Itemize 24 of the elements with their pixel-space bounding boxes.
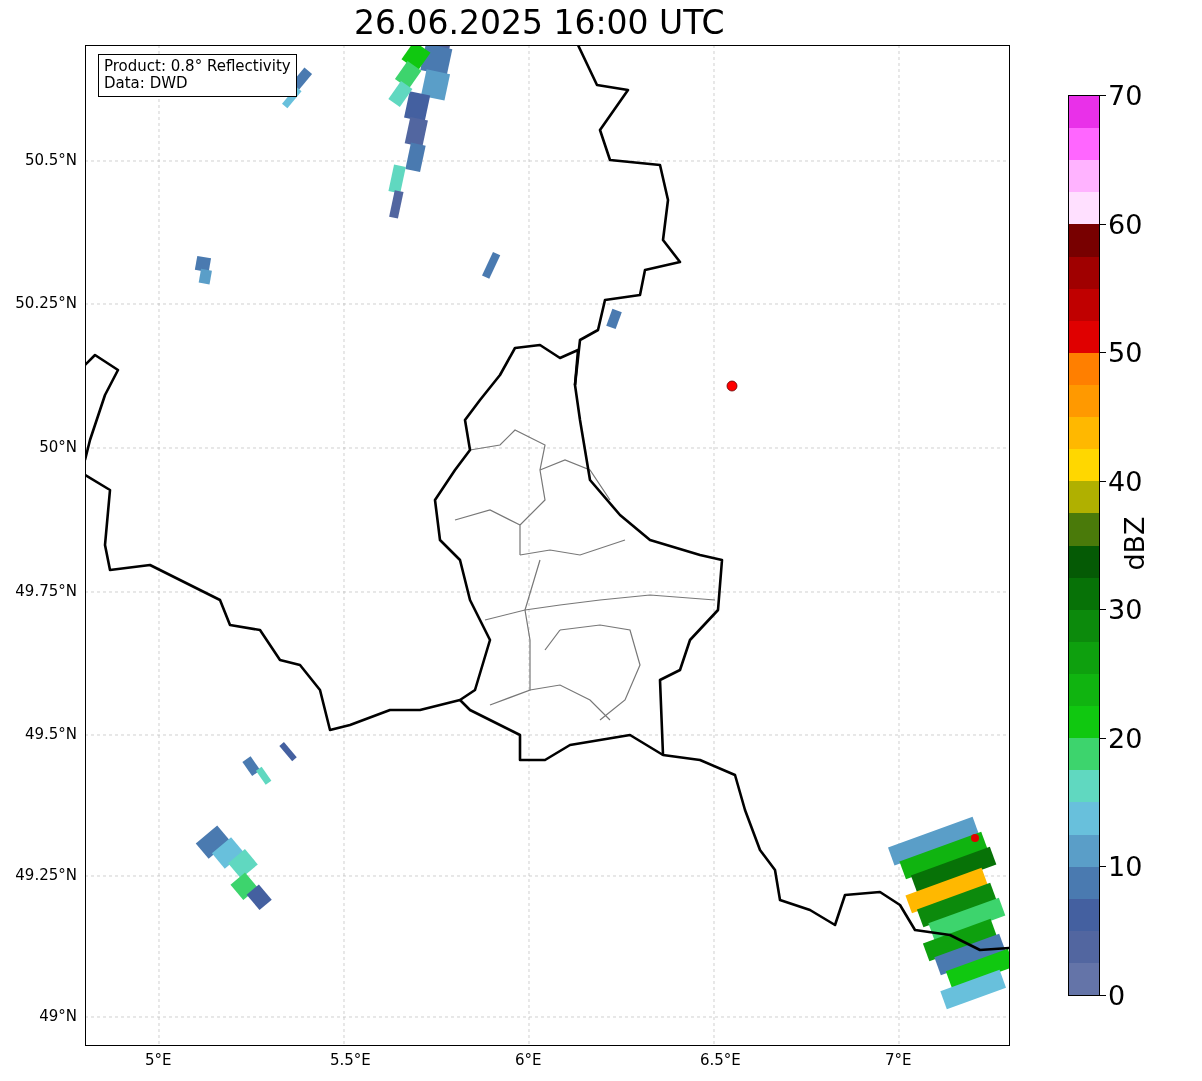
latitude-label: 49.75°N xyxy=(15,584,77,599)
longitude-label: 5°E xyxy=(145,1053,172,1068)
latitude-label: 50.25°N xyxy=(15,296,77,311)
latitude-label: 50°N xyxy=(39,440,77,455)
legend-text: Data: DWD xyxy=(104,75,189,93)
colorbar-tick-label: 70 xyxy=(1108,82,1143,109)
colorbar-label: dBZ xyxy=(1118,516,1150,571)
longitude-label: 7°E xyxy=(885,1053,912,1068)
colorbar-tick-label: 50 xyxy=(1108,339,1143,367)
longitude-label: 6.5°E xyxy=(700,1053,741,1068)
longitude-label: 5.5°E xyxy=(330,1053,371,1068)
colorbar-tick-label: 40 xyxy=(1108,467,1143,495)
latitude-label: 49.5°N xyxy=(24,727,77,742)
longitude-label: 6°E xyxy=(515,1053,542,1068)
colorbar-tick-label: 20 xyxy=(1108,724,1143,752)
colorbar-tick-label: 30 xyxy=(1108,596,1143,624)
colorbar-tick-label: 60 xyxy=(1108,210,1143,238)
latitude-label: 50.5°N xyxy=(24,153,77,168)
legend-text: Product: 0.8° Reflectivity xyxy=(104,58,291,76)
map-title: 26.06.2025 16:00 UTC xyxy=(354,3,725,42)
latitude-label: 49.25°N xyxy=(15,868,77,883)
colorbar-tick-label: 10 xyxy=(1108,853,1143,881)
colorbar-tick-label: 0 xyxy=(1108,982,1126,1009)
latitude-label: 49°N xyxy=(39,1009,77,1024)
